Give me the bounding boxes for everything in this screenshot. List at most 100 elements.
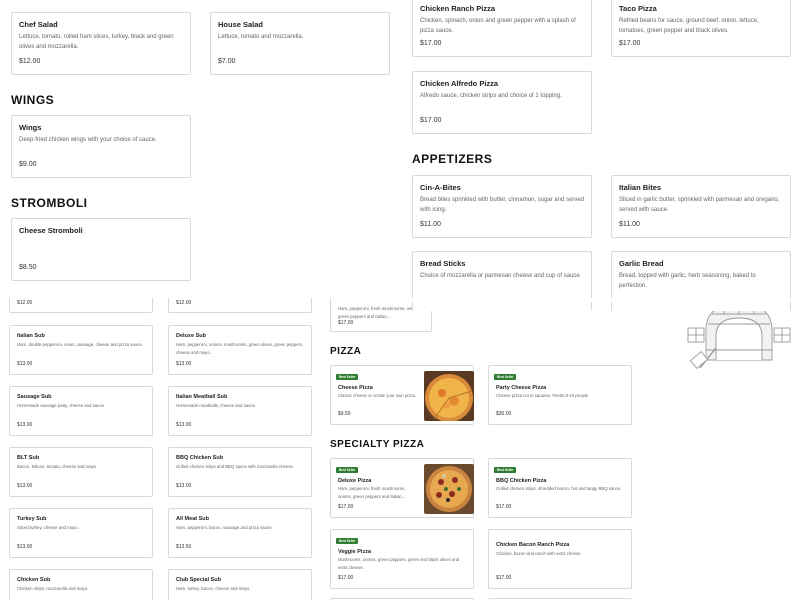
menu-item-card[interactable]: Wings Deep-fried chicken wings with your… [11,115,191,178]
best-seller-badge: Best Seller [336,374,359,380]
menu-item-card[interactable]: Best Seller Deluxe Pizza Ham, pepperoni,… [330,458,474,518]
menu-item-price: $17.00 [420,117,442,124]
menu-item-name: Chicken Sub [17,577,51,583]
menu-item-card[interactable]: Chicken Sub Chicken strips, mozzarella a… [9,569,153,600]
menu-item-card[interactable]: Taco Pizza Refried beans for sauce, grou… [611,0,791,57]
menu-item-card[interactable]: Chicken Alfredo Pizza Alfredo sauce, chi… [412,71,592,134]
menu-item-name: Deluxe Pizza [338,478,372,484]
menu-item-card[interactable]: Chicken Ranch Pizza Chicken, spinach, on… [412,0,592,57]
menu-item-card[interactable]: All Meat Sub Ham, pepperoni, bacon, saus… [168,508,312,558]
menu-item-card[interactable]: Italian Sub Ham, double pepperoni, onion… [9,325,153,375]
best-seller-badge: Best Seller [494,467,517,473]
menu-item-name: Chef Salad [19,20,58,29]
menu-item-price: $13.50 [176,544,192,550]
menu-item-price: $17.00 [338,504,354,510]
menu-item-card[interactable]: BBQ Chicken Sub Grilled chicken strips a… [168,447,312,497]
cheese-pizza-photo [424,371,474,421]
menu-item-card[interactable]: Best Seller Veggie Pizza Mushrooms, onio… [330,529,474,589]
menu-item-description: Homemade meatballs, cheese and sauce. [176,403,257,408]
menu-item-description: Alfredo sauce, chicken strips and choice… [420,93,562,99]
section-heading-stromboli: STROMBOLI [11,196,88,210]
menu-item-description: Chicken, spinach, onion and green pepper… [420,18,576,34]
menu-item-description: Choice of mozzarella or parmesan cheese … [420,273,582,279]
menu-item-price: $17.00 [496,575,512,581]
menu-item-name: Chicken Bacon Ranch Pizza [496,542,570,548]
menu-item-description: Grilled chicken strips, shredded bacon, … [496,486,622,491]
menu-item-description: Bread bites sprinkled with butter, cinna… [420,197,585,213]
menu-item-name: Cheese Pizza [338,385,373,391]
menu-item-description: Lettuce, tomato and mozzarella. [218,34,304,40]
menu-item-card[interactable]: Cheese Stromboli $8.50 [11,218,191,281]
menu-item-card[interactable]: Italian Bites Sliced in garlic butter, s… [611,175,791,238]
menu-item-name: Italian Sub [17,333,45,339]
menu-item-name: Garlic Bread [619,259,664,268]
menu-item-price: $17.00 [338,575,354,581]
menu-item-price: $12.00 [17,300,33,306]
menu-item-description: Sliced in garlic butter, sprinkled with … [619,197,780,213]
menu-item-description: Chicken, bacon and ranch with extra chee… [496,551,582,556]
menu-item-price: $13.00 [17,361,33,367]
menu-item-name: All Meat Sub [176,516,210,522]
menu-item-name: Deluxe Sub [176,333,206,339]
menu-item-description: Chicken strips, mozzarella and mayo. [17,586,89,591]
menu-item-name: BLT Sub [17,455,40,461]
menu-item-name: Cin-A-Bites [420,183,461,192]
menu-item-price: $7.00 [218,58,236,65]
menu-item-card[interactable]: Garlic Bread Bread, topped with garlic, … [611,251,791,311]
menu-item-card[interactable]: Italian Meatball Sub Homemade meatballs,… [168,386,312,436]
menu-item-card[interactable]: Chef Salad Lettuce, tomato, rolled ham s… [11,12,191,75]
menu-item-description: Ham, pepperoni, onions, mushrooms, green… [176,342,304,355]
menu-item-card[interactable]: Chicken Bacon Ranch Pizza Chicken, bacon… [488,529,632,589]
menu-item-price: $17.00 [338,320,354,326]
menu-item-name: Cheese Stromboli [19,226,83,235]
menu-item-description: Lettuce, tomato, rolled ham slices, turk… [19,34,174,50]
menu-item-price: $17.00 [496,504,512,510]
menu-item-price: $8.50 [19,264,37,271]
menu-item-card[interactable]: Cin-A-Bites Bread bites sprinkled with b… [412,175,592,238]
upper-layer-edge [400,298,800,302]
menu-item-card[interactable]: Turkey Sub Sliced turkey, cheese and may… [9,508,153,558]
best-seller-badge: Best Seller [336,538,359,544]
menu-item-card[interactable]: Club Special Sub Ham, turkey, bacon, che… [168,569,312,600]
section-heading-wings: WINGS [11,93,55,107]
menu-item-description: Ham, pepperoni, bacon, sausage and pizza… [176,525,273,530]
menu-item-description: Sliced turkey, cheese and mayo. [17,525,79,530]
menu-item-name: BBQ Chicken Pizza [496,478,547,484]
menu-item-price: $9.00 [19,161,37,168]
menu-item-description: Ham, double pepperoni, onion, sausage, c… [17,342,143,347]
menu-item-description: Bacon, lettuce, tomato, cheese and mayo. [17,464,98,469]
menu-item-description: Deep-fried chicken wings with your choic… [19,137,157,143]
menu-item-card[interactable]: Best Seller Party Cheese Pizza Cheese pi… [488,365,632,425]
menu-item-description: Ham, turkey, bacon, cheese and mayo. [176,586,251,591]
menu-item-name: Turkey Sub [17,516,47,522]
menu-item-price: $11.00 [619,221,640,228]
menu-item-name: Veggie Pizza [338,549,372,555]
menu-item-description: Bread, topped with garlic, herb seasonin… [619,273,756,289]
menu-item-name: Chicken Alfredo Pizza [420,79,499,88]
section-heading-pizza: PIZZA [330,346,362,357]
menu-item-name: Club Special Sub [176,577,221,583]
menu-item-price: $30.00 [496,411,512,417]
menu-item-description: Grilled chicken strips and BBQ sauce wit… [176,464,294,469]
menu-item-card[interactable]: BLT Sub Bacon, lettuce, tomato, cheese a… [9,447,153,497]
best-seller-badge: Best Seller [494,374,517,380]
menu-item-price: $11.00 [420,221,441,228]
menu-item-price: $12.00 [176,300,192,306]
menu-item-card[interactable]: Sausage Sub Homemade sausage patty, chee… [9,386,153,436]
menu-item-price: $13.00 [17,483,33,489]
menu-item-name: Italian Meatball Sub [176,394,228,400]
menu-item-price: $12.00 [19,58,41,65]
menu-item-description: Refried beans for sauce, ground beef, on… [619,18,759,34]
menu-item-price: $13.00 [17,544,33,550]
menu-item-card[interactable]: Deluxe Sub Ham, pepperoni, onions, mushr… [168,325,312,375]
menu-item-description: Mushrooms, onions, green peppers, green … [338,557,460,570]
deluxe-pizza-photo [424,464,474,514]
menu-item-card[interactable]: Bread Sticks Choice of mozzarella or par… [412,251,592,311]
menu-item-card[interactable]: Best Seller Cheese Pizza Classic cheese … [330,365,474,425]
menu-item-card[interactable]: Best Seller BBQ Chicken Pizza Grilled ch… [488,458,632,518]
menu-item-description: Homemade sausage patty, cheese and sauce… [17,403,106,408]
menu-item-price: $13.00 [176,483,192,489]
menu-item-card[interactable]: House Salad Lettuce, tomato and mozzarel… [210,12,390,75]
best-seller-badge: Best Seller [336,467,359,473]
menu-item-price: $17.00 [619,40,641,47]
